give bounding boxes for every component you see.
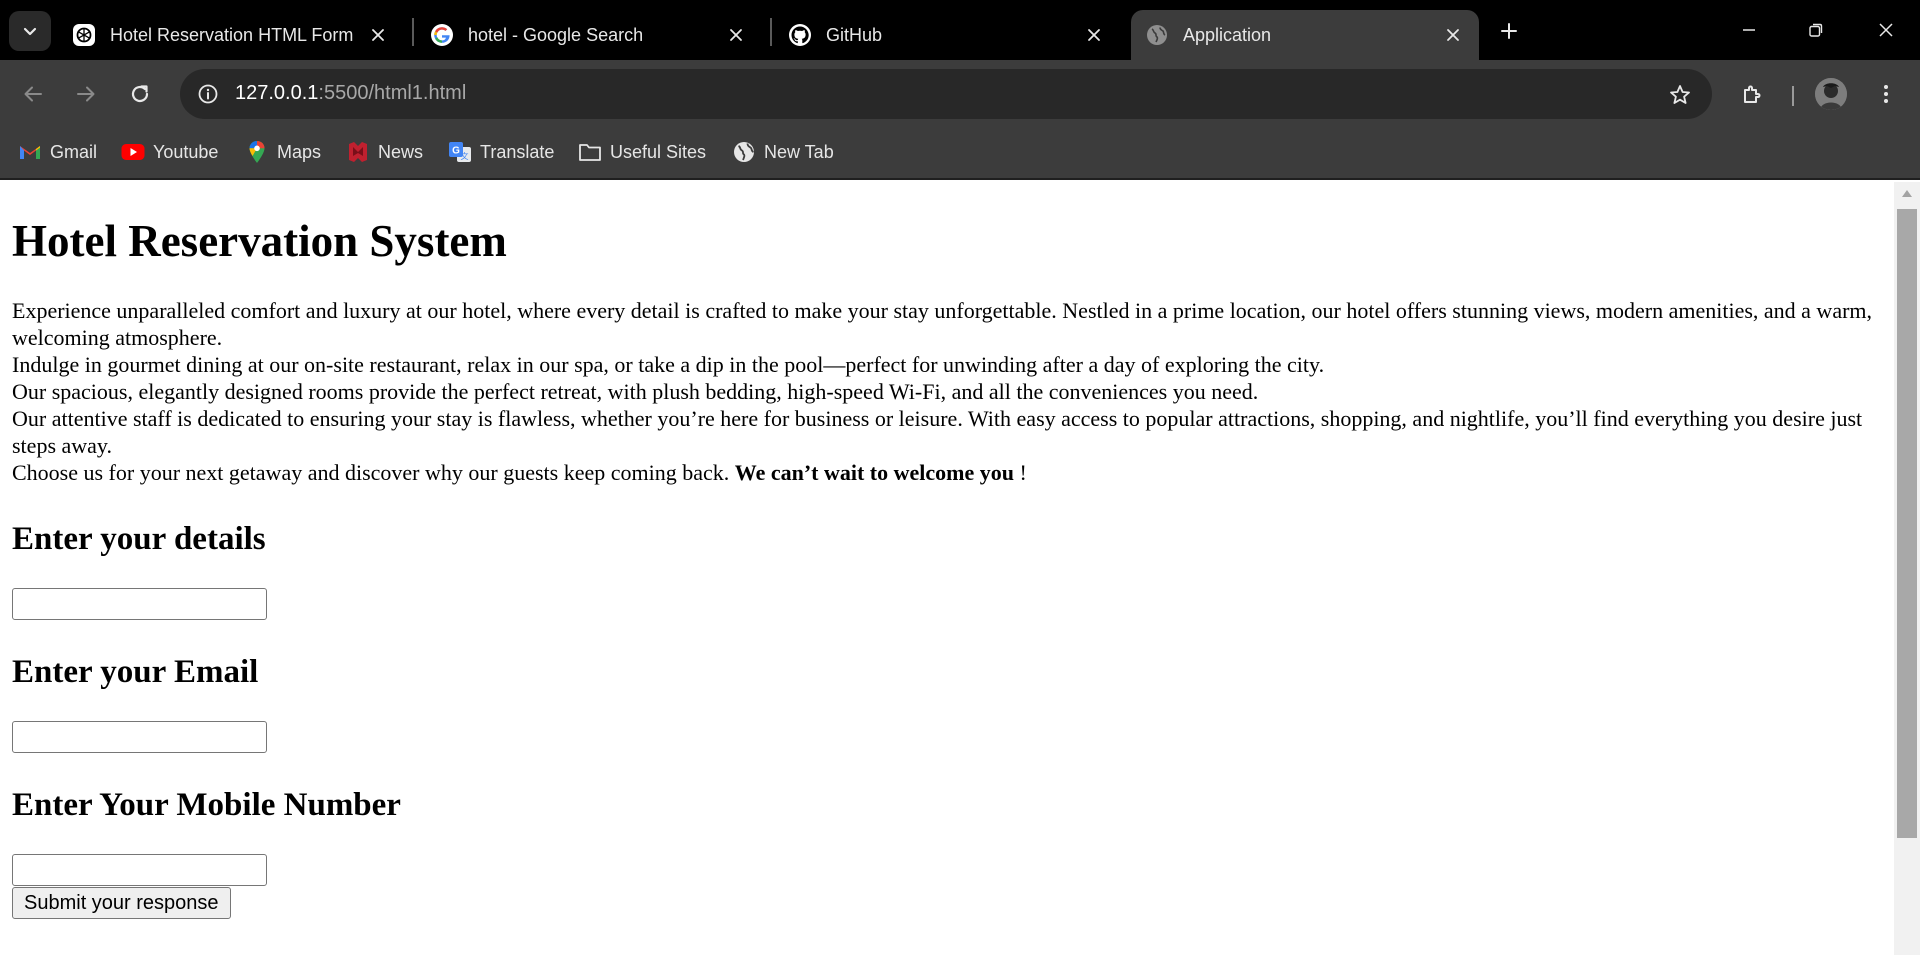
google-icon — [430, 23, 454, 47]
bookmark-gmail[interactable]: Gmail — [18, 136, 97, 168]
page-content: Hotel Reservation System Experience unpa… — [0, 215, 1894, 919]
plus-icon — [1501, 23, 1517, 39]
forward-button[interactable] — [68, 76, 104, 112]
bookmark-news[interactable]: News — [346, 136, 423, 168]
site-info-icon[interactable] — [192, 78, 224, 110]
news-icon — [346, 140, 370, 164]
scroll-up-arrow-icon[interactable] — [1902, 190, 1912, 197]
email-input[interactable] — [12, 721, 267, 753]
mobile-heading: Enter Your Mobile Number — [12, 787, 401, 823]
intro-paragraph-4: Our attentive staff is dedicated to ensu… — [12, 406, 1863, 458]
svg-text:文: 文 — [461, 151, 469, 161]
intro-paragraph-1: Experience unparalleled comfort and luxu… — [12, 298, 1873, 350]
back-button[interactable] — [15, 76, 51, 112]
tab-github[interactable]: GitHub — [774, 10, 1120, 60]
close-tab-icon[interactable] — [726, 25, 746, 45]
restore-icon — [1809, 23, 1823, 37]
reload-icon — [131, 85, 149, 103]
tab-title: Hotel Reservation HTML Form — [110, 24, 354, 45]
page-scrollbar[interactable] — [1894, 182, 1920, 955]
close-icon — [1879, 23, 1893, 37]
tab-title: GitHub — [826, 24, 883, 45]
gmail-icon — [18, 140, 42, 164]
chevron-down-icon — [23, 27, 37, 36]
folder-icon — [578, 140, 602, 164]
url-text: 127.0.0.1:5500/html1.html — [235, 82, 466, 105]
new-tab-button[interactable] — [1494, 16, 1524, 46]
arrow-right-icon — [77, 86, 95, 102]
details-input[interactable] — [12, 588, 267, 620]
bookmark-maps[interactable]: Maps — [245, 136, 321, 168]
toolbar-divider — [1792, 86, 1794, 106]
minimize-button[interactable] — [1729, 12, 1769, 48]
minimize-icon — [1743, 29, 1755, 31]
globe-icon — [1145, 23, 1169, 47]
tab-application[interactable]: Application — [1131, 10, 1479, 60]
intro-paragraph-5-end: ! — [1014, 460, 1027, 485]
bookmark-new-tab[interactable]: New Tab — [732, 136, 834, 168]
welcome-text: We can’t wait to welcome you — [734, 460, 1014, 485]
bookmark-label: Translate — [480, 141, 555, 162]
profile-avatar[interactable] — [1815, 78, 1847, 110]
extensions-button[interactable] — [1735, 76, 1771, 112]
bookmarks-bar: Gmail Youtube Maps News G文 Translate Use… — [0, 126, 1920, 180]
tab-google-search[interactable]: hotel - Google Search — [416, 10, 762, 60]
scrollbar-thumb[interactable] — [1897, 209, 1917, 838]
bookmark-label: Youtube — [153, 141, 219, 162]
details-heading: Enter your details — [12, 521, 266, 557]
bookmark-folder-useful-sites[interactable]: Useful Sites — [578, 136, 706, 168]
bookmark-star-icon[interactable] — [1666, 81, 1694, 109]
arrow-left-icon — [24, 86, 42, 102]
reload-button[interactable] — [122, 76, 158, 112]
svg-text:G: G — [452, 146, 460, 157]
page-viewport: Hotel Reservation System Experience unpa… — [0, 182, 1894, 955]
tab-search-button[interactable] — [9, 11, 51, 51]
url-path: :5500/html1.html — [318, 82, 467, 104]
youtube-icon — [121, 140, 145, 164]
tab-title: Application — [1183, 24, 1272, 45]
page-title: Hotel Reservation System — [12, 216, 507, 266]
close-window-button[interactable] — [1866, 12, 1906, 48]
puzzle-icon — [1744, 85, 1761, 103]
translate-icon: G文 — [448, 140, 472, 164]
bookmark-youtube[interactable]: Youtube — [121, 136, 218, 168]
browser-menu-button[interactable] — [1868, 76, 1904, 112]
mobile-number-input[interactable] — [12, 854, 267, 886]
more-vertical-icon — [1884, 85, 1888, 103]
address-bar[interactable]: 127.0.0.1:5500/html1.html — [180, 69, 1712, 119]
globe-icon — [732, 140, 756, 164]
intro-paragraph-5: Choose us for your next getaway and disc… — [12, 460, 735, 485]
bookmark-label: News — [378, 141, 424, 162]
close-tab-icon[interactable] — [368, 25, 388, 45]
tab-separator — [412, 18, 414, 46]
bookmark-label: Maps — [277, 141, 322, 162]
bookmark-label: Useful Sites — [610, 141, 707, 162]
submit-button[interactable]: Submit your response — [12, 887, 231, 919]
bookmark-label: New Tab — [764, 141, 834, 162]
intro-paragraph-2: Indulge in gourmet dining at our on-site… — [12, 352, 1325, 377]
browser-toolbar: 127.0.0.1:5500/html1.html — [0, 60, 1920, 126]
bookmark-label: Gmail — [50, 141, 98, 162]
bookmark-translate[interactable]: G文 Translate — [448, 136, 554, 168]
tab-title: hotel - Google Search — [468, 24, 644, 45]
github-icon — [788, 23, 812, 47]
restore-button[interactable] — [1796, 12, 1836, 48]
chatgpt-icon — [72, 23, 96, 47]
tab-hotel-reservation-form[interactable]: Hotel Reservation HTML Form — [58, 10, 404, 60]
intro-paragraph-3: Our spacious, elegantly designed rooms p… — [12, 379, 1259, 404]
intro-text: Experience unparalleled comfort and luxu… — [12, 297, 1882, 486]
url-host: 127.0.0.1 — [235, 82, 319, 104]
close-tab-icon[interactable] — [1084, 25, 1104, 45]
tab-strip: Hotel Reservation HTML Form hotel - Goog… — [0, 0, 1920, 60]
maps-icon — [245, 140, 269, 164]
email-heading: Enter your Email — [12, 654, 259, 690]
tab-separator — [770, 18, 772, 46]
close-tab-icon[interactable] — [1443, 25, 1463, 45]
